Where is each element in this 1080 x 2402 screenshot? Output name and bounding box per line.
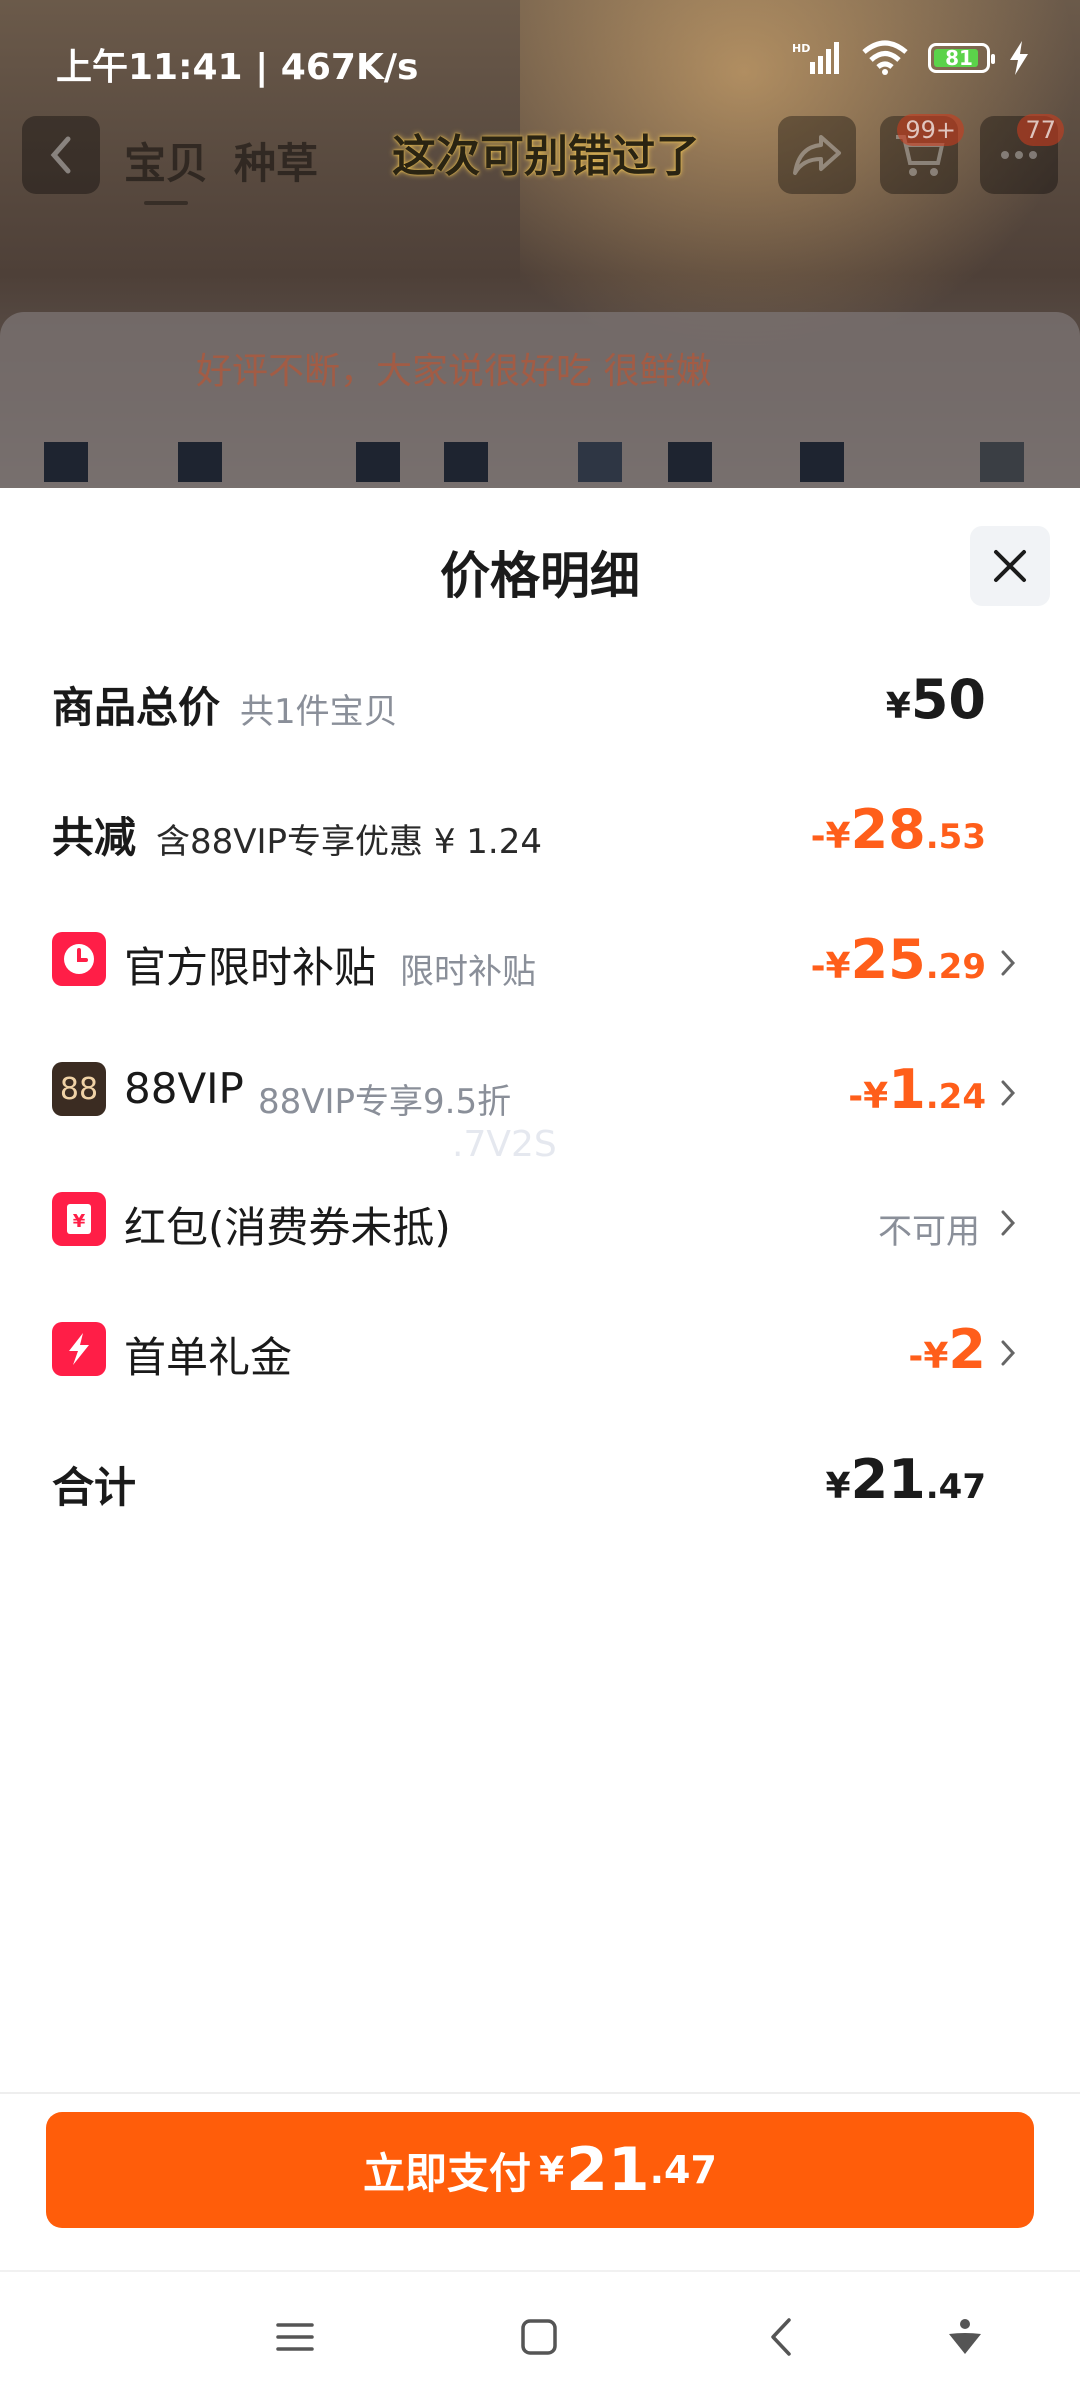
share-button[interactable] xyxy=(778,116,856,194)
charging-bolt-icon xyxy=(1010,41,1028,75)
sum-value: ¥21.47 xyxy=(825,1448,986,1511)
system-nav-bar xyxy=(0,2270,1080,2402)
lightning-icon xyxy=(52,1322,106,1376)
battery-indicator: 81 xyxy=(928,43,995,73)
background-review-card: 好评不断，大家说很好吃 很鲜嫩 xyxy=(0,312,1080,500)
clock-icon xyxy=(52,932,106,986)
subsidy-label: 官方限时补贴 xyxy=(124,943,377,992)
vip-tag: 88VIP专享9.5折 xyxy=(258,1082,512,1122)
background-thumbnails xyxy=(0,442,1080,482)
promo-banner-text: 这次可别错过了 xyxy=(392,131,700,182)
row-first-order-gift[interactable]: 首单礼金 -¥2 xyxy=(0,1298,1080,1398)
svg-text:HD: HD xyxy=(792,42,810,55)
battery-level: 81 xyxy=(945,46,973,70)
discount-note: 含88VIP专享优惠 ¥ 1.24 xyxy=(156,822,543,862)
sheet-title: 价格明细 xyxy=(440,547,640,605)
row-official-subsidy[interactable]: 官方限时补贴 限时补贴 -¥25.29 xyxy=(0,908,1080,1008)
svg-text:¥: ¥ xyxy=(73,1211,86,1232)
chevron-right-icon xyxy=(1001,1340,1016,1366)
discount-value: -¥28.53 xyxy=(810,798,986,861)
red-packet-status: 不可用 xyxy=(878,1212,980,1252)
discount-label: 共减 xyxy=(52,813,137,862)
pay-now-button[interactable]: 立即支付 ¥21.47 xyxy=(46,2112,1034,2228)
chevron-left-icon xyxy=(50,136,71,174)
row-total-discount: 共减 含88VIP专享优惠 ¥ 1.24 -¥28.53 xyxy=(0,778,1080,878)
status-bar: 上午11:41 | 467K/s HD 81 xyxy=(0,0,1080,96)
yen-coupon-icon: ¥ xyxy=(52,1192,106,1246)
background-product-page: 上午11:41 | 467K/s HD 81 宝贝 种草 这次可别错过了 99+… xyxy=(0,0,1080,500)
cart-button[interactable]: 99+ xyxy=(880,114,964,194)
wifi-icon xyxy=(862,40,908,75)
first-order-label: 首单礼金 xyxy=(124,1333,293,1382)
tab-zhongcao[interactable]: 种草 xyxy=(234,130,318,191)
chevron-right-icon xyxy=(1001,1080,1016,1106)
signal-icon: HD xyxy=(792,42,839,74)
vip-label: 88VIP xyxy=(124,1064,244,1113)
product-nav-bar: 宝贝 种草 这次可别错过了 99+ 77 xyxy=(0,110,1080,205)
row-sum: 合计 ¥21.47 xyxy=(0,1428,1080,1528)
row-88vip[interactable]: 88 88VIP 88VIP专享9.5折 -¥1.24 xyxy=(0,1038,1080,1138)
back-nav-icon[interactable] xyxy=(758,2312,808,2362)
more-icon xyxy=(1001,151,1037,159)
close-icon xyxy=(994,550,1026,582)
footer-divider xyxy=(0,2092,1080,2094)
vip-discount-value: -¥1.24 xyxy=(848,1058,986,1121)
back-button[interactable] xyxy=(22,116,100,194)
more-button[interactable]: 77 xyxy=(980,114,1064,194)
tab-baobei[interactable]: 宝贝 xyxy=(124,130,208,205)
assistant-icon[interactable] xyxy=(940,2312,990,2362)
subsidy-tag: 限时补贴 xyxy=(400,952,536,992)
chevron-right-icon xyxy=(1001,1210,1016,1236)
sum-label: 合计 xyxy=(52,1463,137,1512)
total-price-label: 商品总价 xyxy=(52,683,221,732)
total-price-value: ¥50 xyxy=(885,668,986,731)
watermark-text: .7V2S xyxy=(452,1124,557,1165)
cart-badge: 99+ xyxy=(897,114,964,146)
item-count: 共1件宝贝 xyxy=(240,692,398,732)
review-summary-text: 好评不断，大家说很好吃 很鲜嫩 xyxy=(196,351,712,392)
red-packet-label: 红包(消费券未抵) xyxy=(124,1203,451,1252)
first-order-value: -¥2 xyxy=(908,1318,986,1381)
more-badge: 77 xyxy=(1017,114,1064,146)
subsidy-value: -¥25.29 xyxy=(810,928,986,991)
status-time-speed: 上午11:41 | 467K/s xyxy=(56,47,419,88)
row-red-packet[interactable]: ¥ 红包(消费券未抵) 不可用 xyxy=(0,1168,1080,1268)
row-total-price: 商品总价 共1件宝贝 ¥50 xyxy=(0,648,1080,748)
share-icon xyxy=(793,135,841,175)
vip-88-icon: 88 xyxy=(52,1062,106,1116)
close-button[interactable] xyxy=(970,526,1050,606)
home-icon[interactable] xyxy=(514,2312,564,2362)
menu-icon[interactable] xyxy=(270,2312,320,2362)
chevron-right-icon xyxy=(1001,950,1016,976)
status-icons: HD 81 xyxy=(792,40,1030,76)
